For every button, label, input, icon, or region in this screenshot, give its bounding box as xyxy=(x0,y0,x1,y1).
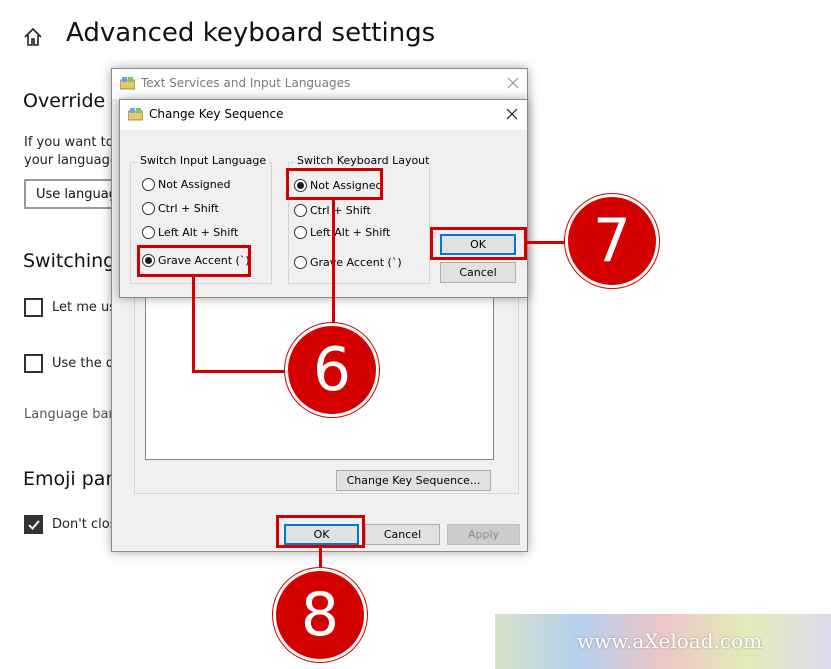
change-key-sequence-titlebar: Change Key Sequence xyxy=(120,100,527,130)
highlight-grave-accent xyxy=(137,245,251,277)
let-me-use-checkbox[interactable] xyxy=(24,298,43,317)
home-icon[interactable] xyxy=(22,26,44,48)
watermark: www.aXeload.com xyxy=(495,614,831,669)
use-desktop-bar-label: Use the d xyxy=(52,356,115,371)
highlight-inner-ok xyxy=(430,227,527,260)
connector-line xyxy=(319,548,322,570)
inner-cancel-button[interactable]: Cancel xyxy=(440,262,516,283)
connector-line xyxy=(192,370,292,373)
language-bar-link[interactable]: Language bar xyxy=(24,407,114,422)
text-services-titlebar: Text Services and Input Languages xyxy=(112,69,527,99)
step-7-badge: 7 xyxy=(565,194,659,288)
dont-close-label: Don't clos xyxy=(52,517,117,532)
override-description-line1: If you want to xyxy=(24,135,114,150)
switch-keyboard-layout-label: Switch Keyboard Layout xyxy=(294,154,433,167)
app-icon xyxy=(120,77,135,90)
switch-input-language-label: Switch Input Language xyxy=(137,154,270,167)
let-me-use-label: Let me us xyxy=(52,300,117,315)
use-desktop-bar-checkbox[interactable] xyxy=(24,354,43,373)
dont-close-checkbox[interactable] xyxy=(24,515,43,534)
change-key-sequence-title: Change Key Sequence xyxy=(149,107,284,121)
watermark-text: www.aXeload.com xyxy=(577,629,763,653)
page-title: Advanced keyboard settings xyxy=(66,18,436,48)
connector-line xyxy=(192,277,195,373)
switching-heading: Switching xyxy=(23,250,116,272)
change-key-sequence-button[interactable]: Change Key Sequence... xyxy=(336,470,491,491)
connector-line xyxy=(332,200,335,324)
highlight-not-assigned xyxy=(286,168,383,200)
step-6-badge: 6 xyxy=(285,323,379,417)
app-icon xyxy=(128,108,143,121)
close-icon[interactable] xyxy=(505,75,521,91)
override-description-line2: your language xyxy=(24,153,118,168)
checkmark-icon xyxy=(28,520,40,530)
override-heading: Override f xyxy=(23,90,118,112)
outer-cancel-button[interactable]: Cancel xyxy=(365,524,440,545)
step-8-badge: 8 xyxy=(273,568,367,662)
dropdown-value: Use languag xyxy=(36,187,117,202)
outer-apply-button: Apply xyxy=(447,524,520,545)
highlight-outer-ok xyxy=(276,515,365,548)
text-services-title: Text Services and Input Languages xyxy=(141,76,351,90)
close-icon[interactable] xyxy=(504,106,520,122)
